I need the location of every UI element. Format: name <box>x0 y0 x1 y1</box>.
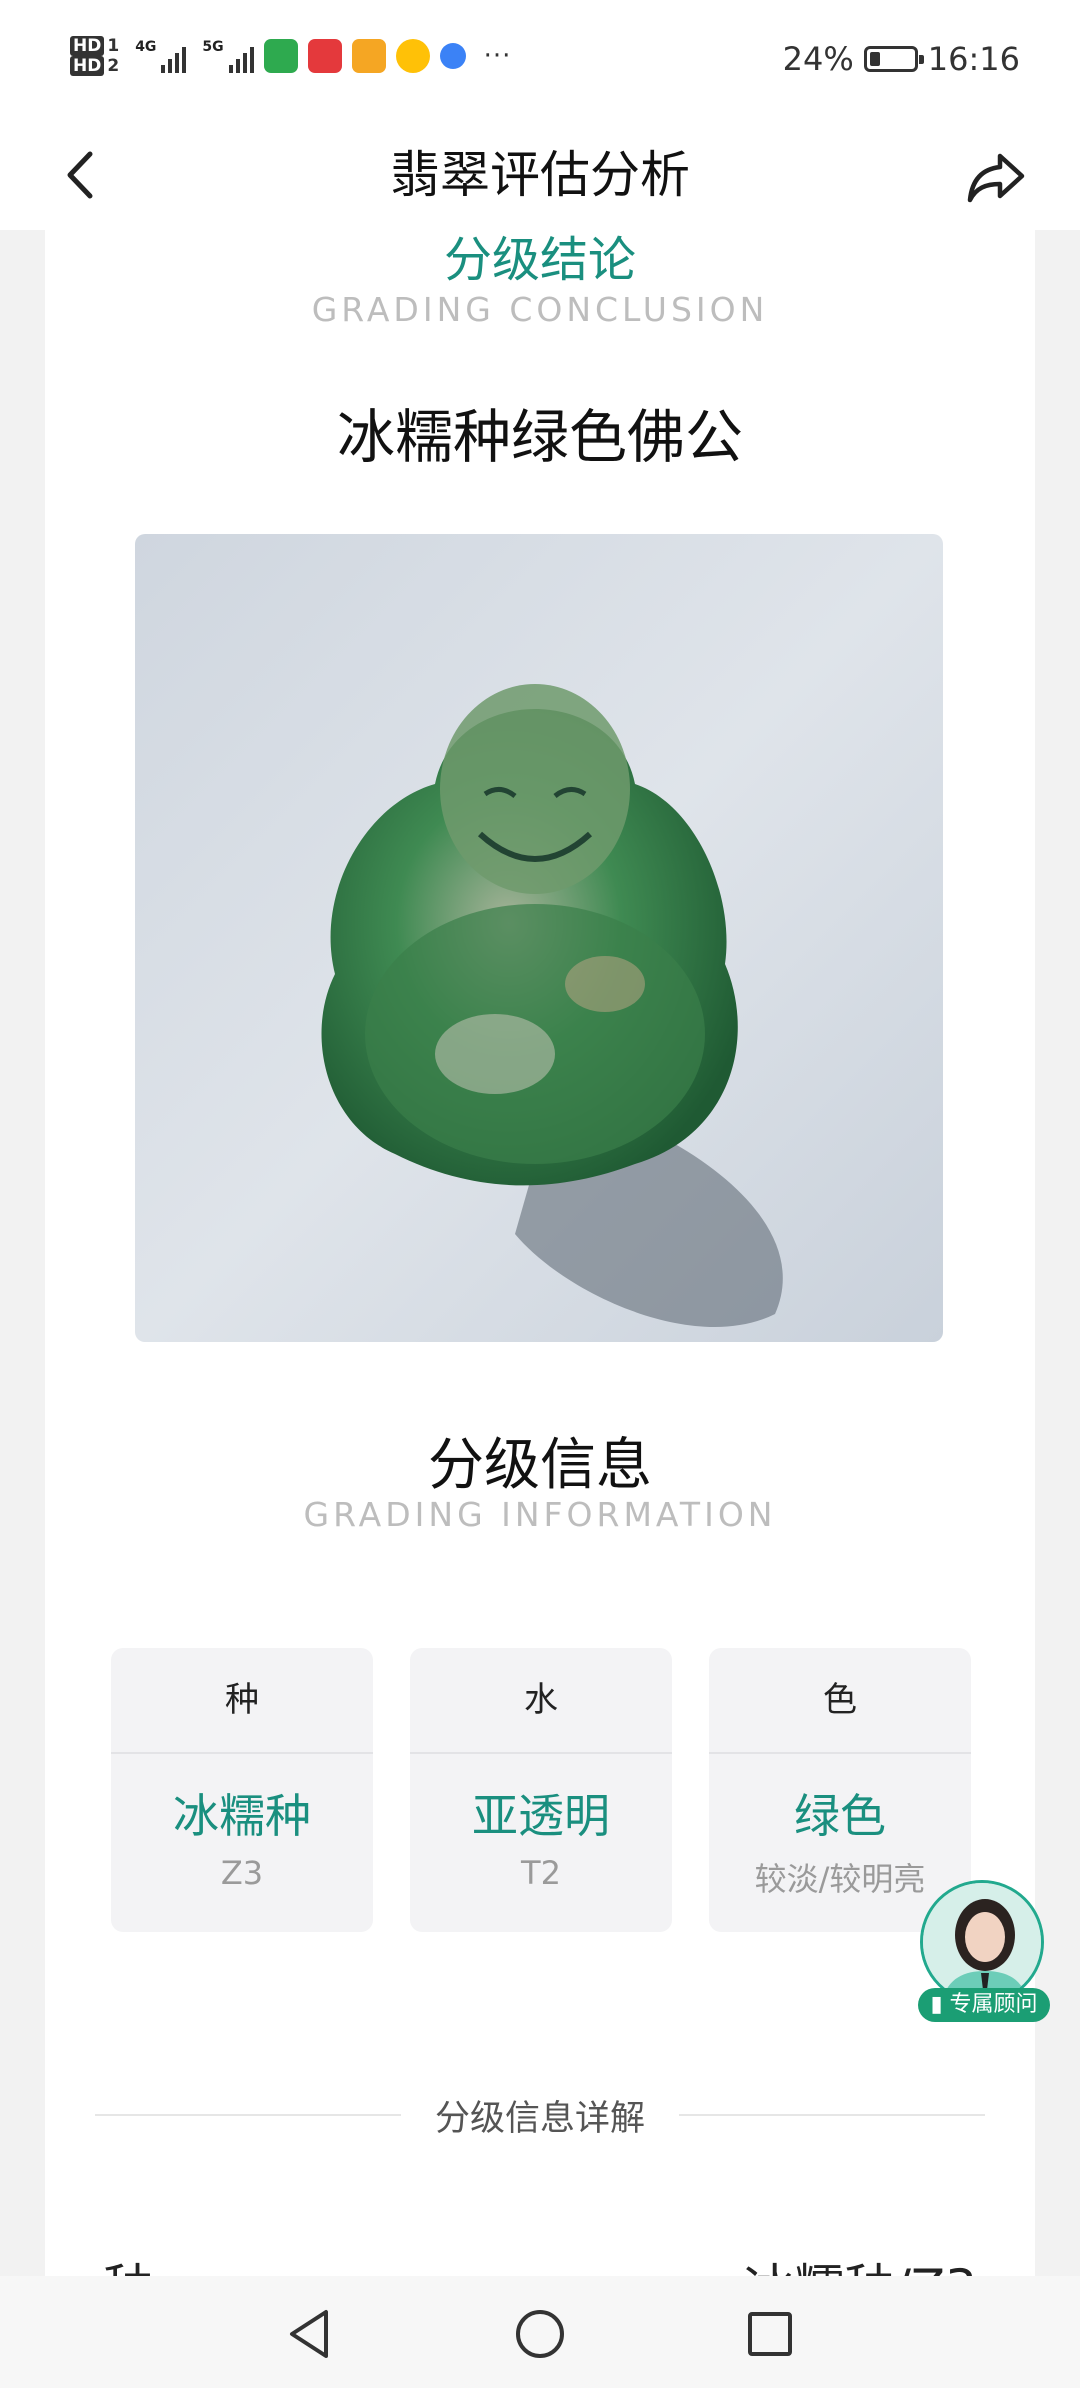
system-nav-bar <box>0 2276 1080 2388</box>
grade-value: 绿色 <box>794 1789 886 1843</box>
divider-line <box>679 2114 986 2116</box>
report-card: 分级结论 GRADING CONCLUSION 冰糯种绿色佛公 分级信息 GRA… <box>45 230 1035 2280</box>
net2-label: 5G <box>202 39 224 55</box>
battery-percent: 24% <box>782 40 854 78</box>
recents-square-icon[interactable] <box>740 2304 800 2364</box>
jade-buddha-image <box>135 534 943 1342</box>
divider-line <box>95 2114 401 2116</box>
grade-boxes: 种 冰糯种 Z3 水 亚透明 T2 色 绿色 较淡/较明亮 <box>111 1648 971 1932</box>
grade-box-transparency: 水 亚透明 T2 <box>410 1648 672 1932</box>
hd1-label: HD <box>70 36 105 56</box>
consultant-avatar <box>920 1880 1044 2004</box>
home-circle-icon[interactable] <box>510 2304 570 2364</box>
jade-photo[interactable] <box>135 534 943 1342</box>
app-notification-icon <box>307 39 342 73</box>
grade-value: 冰糯种 <box>173 1789 311 1843</box>
hd1-sub: 1 <box>107 36 120 56</box>
grade-label: 水 <box>410 1648 672 1754</box>
signal-5g-icon: 5G <box>202 39 254 73</box>
app-notification-icon <box>439 43 466 69</box>
details-divider-label: 分级信息详解 <box>435 2098 646 2139</box>
grade-code: T2 <box>521 1854 561 1892</box>
details-divider: 分级信息详解 <box>95 2085 986 2145</box>
app-header: 翡翠评估分析 <box>0 130 1080 230</box>
item-name: 冰糯种绿色佛公 <box>336 403 743 471</box>
status-bar: HD 1 HD 2 4G 5G ··· 24% 16:16 <box>0 0 1080 130</box>
grade-value: 亚透明 <box>472 1789 610 1843</box>
hd2-label: HD <box>70 56 105 76</box>
share-icon <box>967 153 1025 203</box>
battery-fill <box>869 52 880 66</box>
sim-indicators: HD 1 HD 2 <box>70 36 119 76</box>
book-icon: ▮ <box>930 1992 943 2017</box>
consultant-badge-label: 专属顾问 <box>949 1992 1038 2017</box>
grade-label: 色 <box>709 1648 971 1754</box>
consultant-button[interactable]: ▮ 专属顾问 <box>918 1880 1050 2030</box>
grade-code: Z3 <box>220 1854 264 1892</box>
grade-label: 种 <box>111 1648 373 1754</box>
app-notification-icon <box>395 39 430 73</box>
app-notification-icon <box>351 39 386 73</box>
page-title: 翡翠评估分析 <box>390 146 690 204</box>
consultant-badge: ▮ 专属顾问 <box>918 1988 1050 2022</box>
battery-icon <box>863 46 924 72</box>
clock: 16:16 <box>927 40 1020 78</box>
hd2-sub: 2 <box>107 56 120 76</box>
share-button[interactable] <box>962 142 1032 212</box>
conclusion-title: 分级结论 <box>443 232 636 288</box>
person-icon <box>923 1883 1041 2001</box>
grade-box-texture: 种 冰糯种 Z3 <box>111 1648 373 1932</box>
app-notification-icon <box>263 39 298 73</box>
net1-label: 4G <box>135 39 157 55</box>
back-triangle-icon[interactable] <box>280 2304 340 2364</box>
conclusion-subtitle: GRADING CONCLUSION <box>311 290 769 329</box>
signal-4g-icon: 4G <box>135 39 187 73</box>
info-title: 分级信息 <box>428 1433 652 1498</box>
more-notifications-icon: ··· <box>483 41 512 71</box>
info-subtitle: GRADING INFORMATION <box>303 1495 777 1534</box>
